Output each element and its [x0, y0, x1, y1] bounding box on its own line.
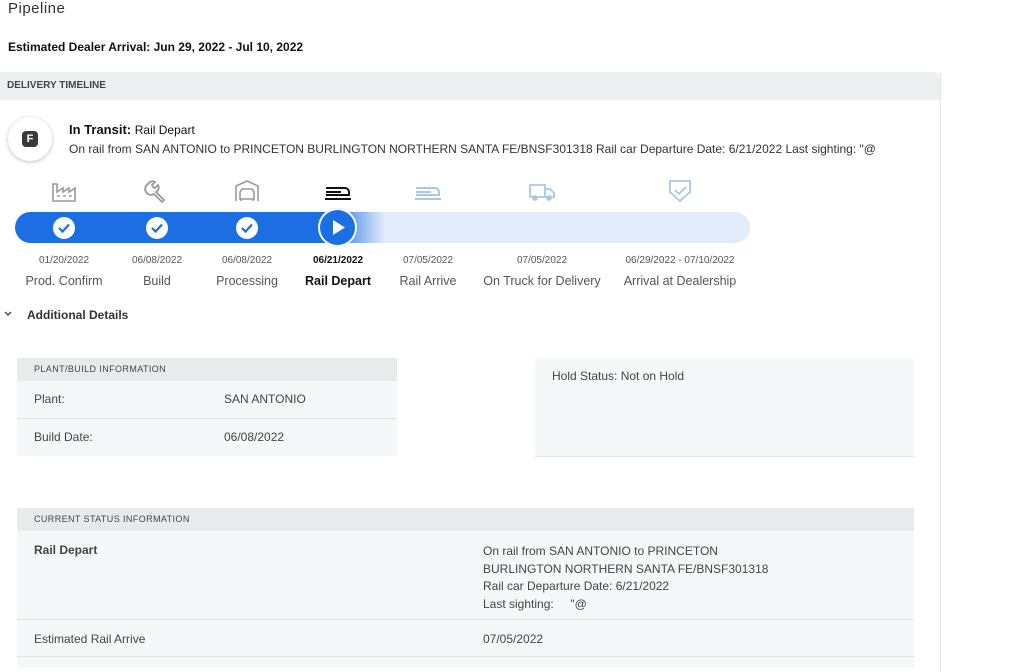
status-line: BURLINGTON NORTHERN SANTA FE/BNSF301318: [483, 561, 769, 576]
plant-row: Plant: SAN ANTONIO: [17, 381, 397, 418]
truck-icon: [527, 178, 557, 204]
current-status-stage: Rail Depart: [34, 543, 98, 557]
estimated-rail-arrive-key: Estimated Rail Arrive: [34, 632, 146, 646]
stage-label: Arrival at Dealership: [623, 274, 737, 288]
hold-status-panel: Hold Status: Not on Hold: [535, 358, 914, 457]
delivery-timeline-header: DELIVERY TIMELINE: [0, 72, 940, 100]
plant-key: Plant:: [34, 392, 65, 406]
build-date-key: Build Date:: [34, 430, 93, 444]
status-line: On rail from SAN ANTONIO to PRINCETON: [483, 544, 718, 558]
build-date-value: 06/08/2022: [224, 430, 285, 444]
current-status-header: CURRENT STATUS INFORMATION: [17, 508, 914, 531]
car-processing-icon: [232, 178, 262, 204]
current-status-title: In Transit: Rail Depart: [69, 122, 195, 137]
status-line: Last sighting: "@: [483, 596, 587, 611]
stage-date: 06/29/2022 - 07/10/2022: [625, 255, 735, 266]
factory-icon: [49, 178, 79, 204]
plant-build-header: PLANT/BUILD INFORMATION: [17, 358, 397, 381]
estimated-rail-arrive-value: 07/05/2022: [483, 632, 544, 646]
brand-badge-letter: F: [22, 131, 38, 147]
stage-label: On Truck for Delivery: [483, 274, 601, 288]
brand-badge: F: [8, 117, 52, 161]
status-stage: Rail Depart: [134, 123, 195, 137]
current-stage-play-icon: [318, 208, 357, 247]
status-line: Rail car Departure Date: 6/21/2022: [483, 579, 670, 593]
wrench-icon: [142, 178, 172, 204]
stage-complete-check-icon: [236, 217, 258, 239]
shield-check-icon: [665, 178, 695, 204]
current-status-details: On rail from SAN ANTONIO to PRINCETON BU…: [483, 543, 768, 613]
stage-complete-check-icon: [53, 217, 75, 239]
hold-status-text: Hold Status: Not on Hold: [552, 369, 685, 383]
divider: [17, 656, 914, 657]
current-status-panel: CURRENT STATUS INFORMATION Rail Depart O…: [17, 508, 914, 668]
rail-car-icon-upcoming: [413, 178, 443, 204]
plant-build-panel: PLANT/BUILD INFORMATION Plant: SAN ANTON…: [17, 358, 397, 456]
rail-car-icon-current: [323, 178, 353, 204]
additional-details-toggle[interactable]: Additional Details: [27, 308, 128, 322]
page-title: Pipeline: [8, 0, 66, 17]
stage-date: 07/05/2022: [516, 255, 568, 266]
status-description: On rail from SAN ANTONIO to PRINCETON BU…: [69, 142, 876, 156]
progress-track: [15, 212, 750, 243]
plant-value: SAN ANTONIO: [224, 392, 306, 406]
stage-complete-check-icon: [146, 217, 168, 239]
status-prefix: In Transit:: [69, 122, 132, 137]
build-date-row: Build Date: 06/08/2022: [17, 418, 397, 456]
divider: [17, 619, 914, 620]
estimated-arrival: Estimated Dealer Arrival: Jun 29, 2022 -…: [8, 40, 304, 54]
chevron-down-icon[interactable]: [3, 308, 13, 322]
